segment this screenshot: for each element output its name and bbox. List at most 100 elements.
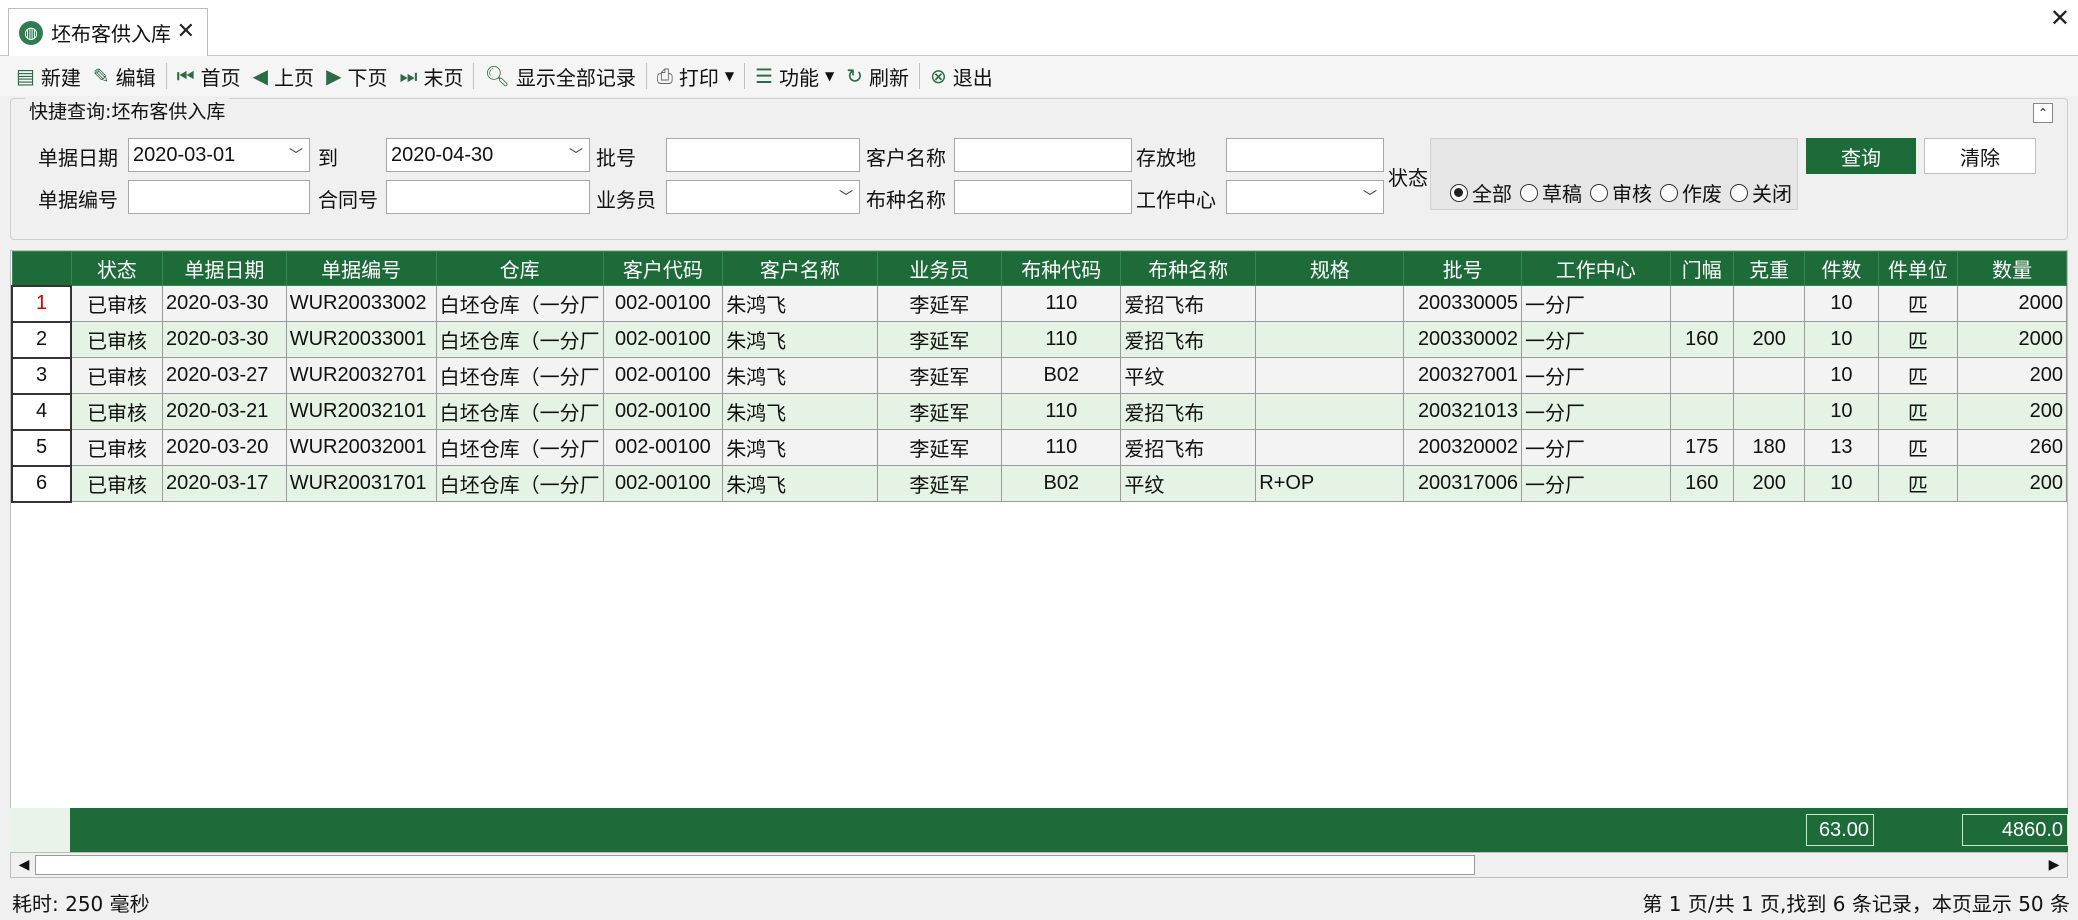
table-cell[interactable]: 李延军: [876, 465, 1003, 502]
table-cell[interactable]: 110: [1001, 393, 1122, 430]
query-button[interactable]: 查询: [1806, 138, 1916, 174]
column-header[interactable]: 数量: [1957, 251, 2067, 286]
scroll-left-icon[interactable]: ◀: [13, 855, 35, 875]
row-number[interactable]: 1: [11, 284, 73, 323]
chevron-down-icon[interactable]: ﹀: [569, 145, 583, 165]
row-number[interactable]: 3: [11, 356, 73, 395]
table-cell[interactable]: 10: [1804, 465, 1879, 502]
fabric-input[interactable]: [954, 180, 1132, 214]
date-from-field[interactable]: 2020-03-01 ﹀: [128, 138, 310, 172]
table-cell[interactable]: 200: [1732, 465, 1806, 502]
scrollbar-thumb[interactable]: [35, 855, 1475, 875]
next-page-button[interactable]: ▶ 下页: [320, 58, 393, 94]
table-cell[interactable]: 朱鸿飞: [722, 321, 878, 358]
print-button[interactable]: ⎙ 打印 ▼: [651, 58, 740, 94]
table-cell[interactable]: [1732, 393, 1806, 430]
table-cell[interactable]: 白坯仓库（一分厂: [435, 321, 604, 358]
table-cell[interactable]: 002-00100: [602, 393, 724, 430]
chevron-down-icon[interactable]: ﹀: [1363, 187, 1377, 207]
clear-button[interactable]: 清除: [1924, 138, 2036, 174]
table-cell[interactable]: 260: [1957, 429, 2067, 466]
column-header[interactable]: 布种名称: [1120, 251, 1257, 286]
table-cell[interactable]: 李延军: [876, 429, 1003, 466]
table-cell[interactable]: [1255, 285, 1405, 322]
first-page-button[interactable]: ⏮ 首页: [171, 58, 247, 94]
exit-button[interactable]: ⊗ 退出: [924, 58, 999, 94]
table-row[interactable]: 5 已审核 2020-03-20 WUR20032001 白坯仓库（一分厂 002-001…: [11, 428, 2067, 467]
table-cell[interactable]: 10: [1804, 285, 1879, 322]
column-header[interactable]: 业务员: [876, 251, 1003, 286]
status-radio-void[interactable]: 作废: [1660, 178, 1722, 207]
table-cell[interactable]: 200321013: [1403, 393, 1523, 430]
table-cell[interactable]: 002-00100: [602, 429, 724, 466]
column-header[interactable]: 仓库: [435, 251, 604, 286]
date-to-field[interactable]: 2020-04-30 ﹀: [386, 138, 590, 172]
table-cell[interactable]: 已审核: [70, 465, 164, 502]
table-cell[interactable]: 200: [1957, 357, 2067, 394]
table-cell[interactable]: 李延军: [876, 285, 1003, 322]
column-header[interactable]: 状态: [70, 251, 164, 286]
table-cell[interactable]: 朱鸿飞: [722, 357, 878, 394]
table-cell[interactable]: WUR20032001: [285, 429, 437, 466]
table-cell[interactable]: B02: [1001, 465, 1122, 502]
close-icon[interactable]: ✕: [177, 19, 195, 44]
chevron-down-icon[interactable]: ﹀: [289, 145, 303, 165]
table-cell[interactable]: 白坯仓库（一分厂: [435, 429, 604, 466]
table-cell[interactable]: 200: [1957, 465, 2067, 502]
table-cell[interactable]: 2020-03-21: [162, 393, 287, 430]
table-cell[interactable]: 180: [1732, 429, 1806, 466]
table-cell[interactable]: [1732, 357, 1806, 394]
table-cell[interactable]: 2020-03-30: [162, 285, 287, 322]
table-cell[interactable]: 朱鸿飞: [722, 429, 878, 466]
table-row[interactable]: 3 已审核 2020-03-27 WUR20032701 白坯仓库（一分厂 002-001…: [11, 356, 2067, 395]
column-header[interactable]: 门幅: [1669, 251, 1735, 286]
table-cell[interactable]: 已审核: [70, 429, 164, 466]
table-cell[interactable]: 爱招飞布: [1120, 321, 1257, 358]
table-cell[interactable]: WUR20032101: [285, 393, 437, 430]
customer-input[interactable]: [954, 138, 1132, 172]
table-cell[interactable]: 2020-03-20: [162, 429, 287, 466]
table-cell[interactable]: 爱招飞布: [1120, 393, 1257, 430]
status-radio-all[interactable]: 全部: [1450, 178, 1512, 207]
table-cell[interactable]: 已审核: [70, 393, 164, 430]
table-cell[interactable]: B02: [1001, 357, 1122, 394]
table-cell[interactable]: 175: [1669, 429, 1735, 466]
table-cell[interactable]: 白坯仓库（一分厂: [435, 465, 604, 502]
table-cell[interactable]: 2000: [1957, 321, 2067, 358]
table-cell[interactable]: [1669, 285, 1735, 322]
table-cell[interactable]: [1732, 285, 1806, 322]
salesman-select[interactable]: ﹀: [666, 180, 860, 214]
table-cell[interactable]: 2020-03-17: [162, 465, 287, 502]
table-cell[interactable]: 一分厂: [1521, 393, 1671, 430]
table-cell[interactable]: 一分厂: [1521, 285, 1671, 322]
window-close-icon[interactable]: ✕: [2050, 4, 2070, 32]
table-cell[interactable]: 李延军: [876, 393, 1003, 430]
column-header[interactable]: 件数: [1804, 251, 1879, 286]
table-cell[interactable]: 一分厂: [1521, 321, 1671, 358]
table-cell[interactable]: 200330005: [1403, 285, 1523, 322]
table-cell[interactable]: 匹: [1877, 285, 1959, 322]
table-cell[interactable]: 李延军: [876, 357, 1003, 394]
table-cell[interactable]: [1669, 393, 1735, 430]
table-cell[interactable]: 朱鸿飞: [722, 285, 878, 322]
table-cell[interactable]: 200: [1957, 393, 2067, 430]
table-cell[interactable]: WUR20033002: [285, 285, 437, 322]
table-cell[interactable]: 110: [1001, 429, 1122, 466]
table-cell[interactable]: 白坯仓库（一分厂: [435, 285, 604, 322]
last-page-button[interactable]: ⏭ 末页: [393, 58, 469, 94]
column-header[interactable]: 规格: [1255, 251, 1405, 286]
table-cell[interactable]: [1669, 357, 1735, 394]
table-cell[interactable]: 110: [1001, 285, 1122, 322]
table-row[interactable]: 1 已审核 2020-03-30 WUR20033002 白坯仓库（一分厂 002-001…: [11, 284, 2067, 323]
docno-input[interactable]: [128, 180, 310, 214]
table-cell[interactable]: [1255, 357, 1405, 394]
table-cell[interactable]: 匹: [1877, 465, 1959, 502]
storage-input[interactable]: [1226, 138, 1384, 172]
table-cell[interactable]: 白坯仓库（一分厂: [435, 357, 604, 394]
table-cell[interactable]: 李延军: [876, 321, 1003, 358]
function-button[interactable]: ☰ 功能 ▼: [749, 58, 840, 94]
table-cell[interactable]: 匹: [1877, 393, 1959, 430]
horizontal-scrollbar[interactable]: ◀ ▶: [10, 852, 2068, 878]
table-cell[interactable]: 一分厂: [1521, 465, 1671, 502]
table-cell[interactable]: 朱鸿飞: [722, 393, 878, 430]
